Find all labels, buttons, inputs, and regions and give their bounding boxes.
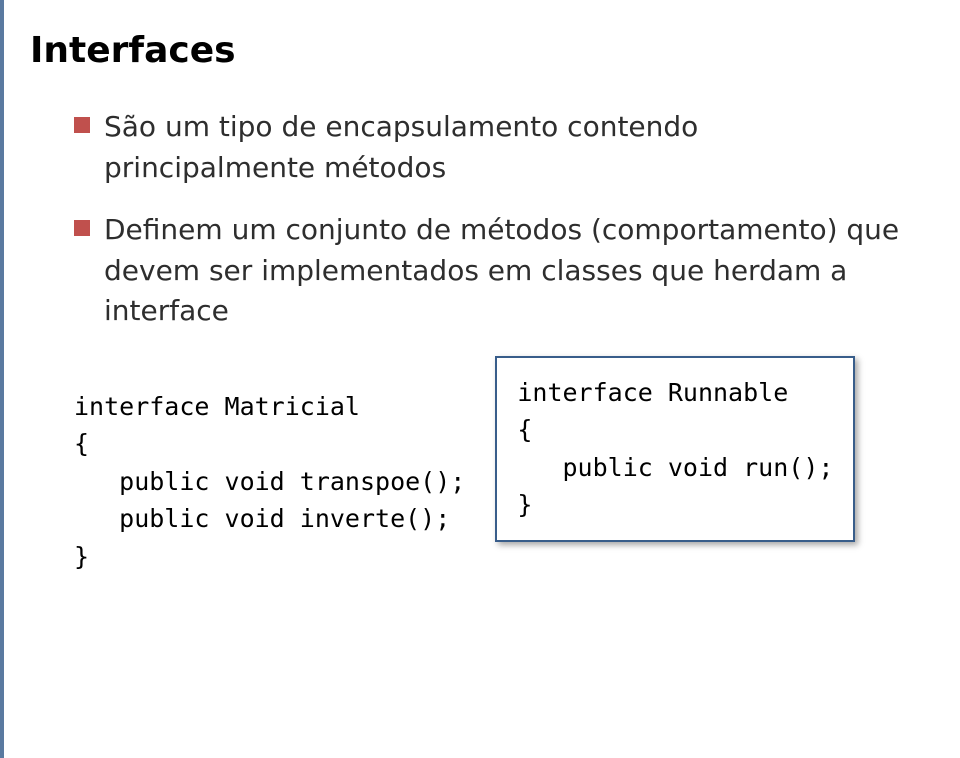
list-item: São um tipo de encapsulamento contendo p…: [74, 107, 910, 188]
code-area: interface Matricial { public void transp…: [74, 356, 910, 576]
bullet-square-icon: [74, 117, 90, 133]
slide-page: Interfaces São um tipo de encapsulamento…: [0, 0, 960, 758]
bullet-list: São um tipo de encapsulamento contendo p…: [74, 107, 910, 332]
code-block-runnable: interface Runnable { public void run(); …: [495, 356, 855, 542]
page-title: Interfaces: [30, 30, 910, 71]
list-item: Definem um conjunto de métodos (comporta…: [74, 210, 910, 332]
code-block-matricial: interface Matricial { public void transp…: [74, 356, 465, 576]
bullet-text: Definem um conjunto de métodos (comporta…: [104, 210, 910, 332]
bullet-square-icon: [74, 220, 90, 236]
bullet-text: São um tipo de encapsulamento contendo p…: [104, 107, 910, 188]
